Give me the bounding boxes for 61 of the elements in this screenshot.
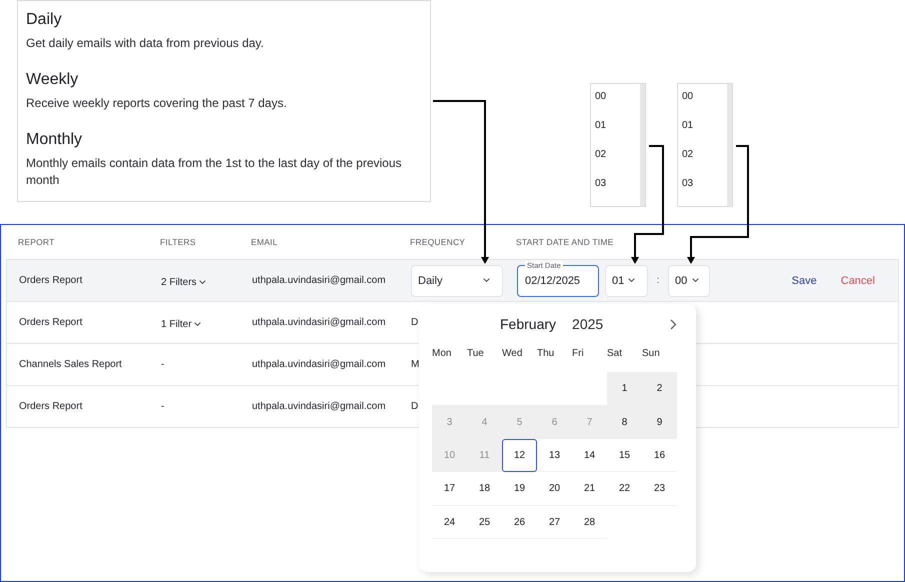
table-cell-text: uthpala.uvindasiri@gmail.com [252, 275, 387, 286]
time-separator: : [656, 275, 660, 286]
table-cell-text: uthpala.uvindasiri@gmail.com [252, 401, 387, 412]
table-cell-text: M [411, 359, 420, 370]
scrollbar[interactable] [640, 84, 645, 206]
calendar-day[interactable]: 12 [502, 438, 537, 472]
calendar-day[interactable]: 2 [642, 372, 677, 406]
chevron-down-icon [692, 278, 699, 283]
weekday-label: Sun [642, 348, 660, 361]
option-title: Weekly [26, 70, 80, 90]
year-label: 2025 [572, 316, 604, 332]
weekday-label: Thu [537, 348, 554, 361]
column-header: REPORT [18, 237, 56, 247]
option-description: Receive weekly reports covering the past 7 days. [26, 95, 288, 112]
column-header: FREQUENCY [410, 237, 466, 247]
list-option[interactable]: 03 [591, 177, 640, 206]
chevron-down-icon [483, 278, 490, 283]
minute-select[interactable]: 00 [668, 264, 710, 296]
table-cell-text: uthpala.uvindasiri@gmail.com [252, 317, 387, 328]
table-cell-text: - [161, 401, 166, 412]
table-cell-text: D [411, 401, 420, 412]
filters-dropdown[interactable]: 2 Filters [161, 276, 206, 288]
option-title: Daily [26, 10, 63, 30]
column-header: START DATE AND TIME [516, 237, 614, 247]
save-button[interactable]: Save [792, 274, 817, 286]
chevron-down-icon [194, 322, 201, 326]
list-option[interactable]: 00 [678, 90, 727, 119]
hour-select[interactable]: 01 [605, 264, 648, 296]
table-cell-text: Orders Report [19, 401, 84, 412]
list-option[interactable]: 03 [678, 177, 727, 206]
weekday-label: Wed [502, 348, 522, 361]
column-header: EMAIL [251, 237, 279, 247]
list-option[interactable]: 02 [678, 148, 727, 177]
month-label: February [500, 316, 556, 332]
list-option[interactable]: 00 [591, 90, 640, 119]
weekday-label: Tue [467, 348, 484, 361]
list-option[interactable]: 02 [591, 148, 640, 177]
table-cell-text: Orders Report [19, 317, 84, 328]
chevron-down-icon [628, 278, 635, 283]
table-cell-text: uthpala.uvindasiri@gmail.com [252, 359, 387, 370]
filters-dropdown[interactable]: 1 Filter [161, 318, 201, 330]
list-option[interactable]: 01 [591, 119, 640, 148]
table-cell-text: - [161, 359, 166, 370]
frequency-select[interactable]: Daily [411, 264, 503, 296]
cancel-button[interactable]: Cancel [840, 274, 875, 286]
scrollbar[interactable] [727, 84, 732, 206]
calendar-day[interactable]: 1 [607, 372, 642, 406]
calendar-day[interactable]: 9 [642, 405, 677, 439]
next-month-button[interactable] [670, 318, 677, 330]
chevron-down-icon [198, 280, 206, 284]
option-title: Monthly [26, 130, 84, 150]
calendar-day[interactable]: 8 [607, 405, 642, 439]
weekday-label: Fri [572, 348, 584, 361]
table-cell-text: Channels Sales Report [19, 359, 123, 370]
option-description: Monthly emails contain data from the 1st to the last day of the previous month [26, 155, 403, 189]
list-option[interactable]: 01 [678, 119, 727, 148]
option-description: Get daily emails with data from previous day. [26, 35, 265, 52]
table-cell-text: Orders Report [19, 275, 84, 286]
weekday-label: Sat [607, 348, 622, 361]
column-header: FILTERS [160, 237, 197, 247]
weekday-label: Mon [432, 348, 452, 361]
